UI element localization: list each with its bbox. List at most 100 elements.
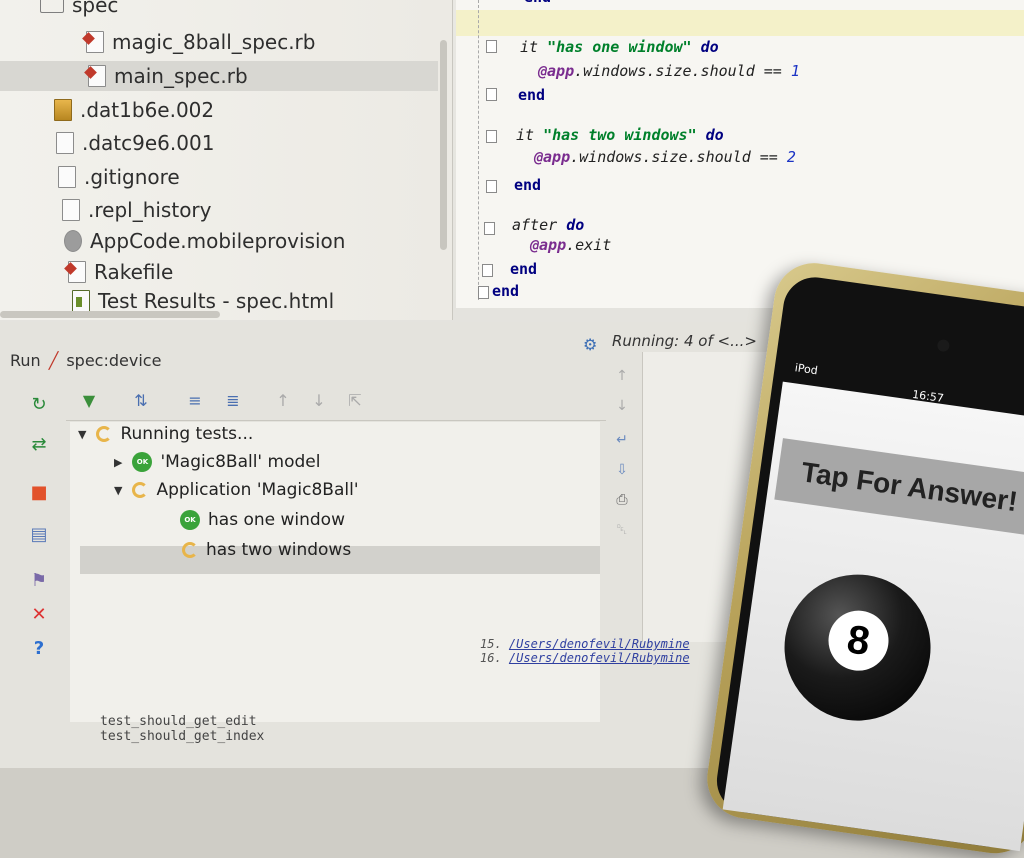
code-line: it "has two windows" do [516, 126, 724, 144]
code-line: end [510, 260, 538, 278]
test-item-model[interactable]: ▶ OK 'Magic8Ball' model [114, 452, 320, 472]
code-line: end [524, 0, 551, 6]
rerun-icon[interactable]: ↻ [28, 394, 50, 416]
tree-item-mobileprovision[interactable]: AppCode.mobileprovision [64, 226, 345, 256]
next-icon[interactable]: ↓ [308, 390, 330, 412]
tree-item-dat1b6e[interactable]: .dat1b6e.002 [54, 95, 214, 125]
running-icon [182, 542, 198, 558]
run-side-toolbar: ↻ ⇄ ■ ▤ ⚑ ✕ ? [18, 394, 62, 754]
text-file-icon [58, 166, 76, 188]
tree-item-label: Rakefile [94, 260, 174, 284]
ball-number: 8 [824, 606, 893, 675]
fold-marker-icon[interactable] [486, 180, 497, 193]
ok-icon: OK [180, 510, 200, 530]
tree-item-label: .dat1b6e.002 [80, 98, 215, 122]
expand-all-icon[interactable]: ≡ [184, 390, 206, 412]
previous-icon[interactable]: ↑ [272, 390, 294, 412]
chevron-right-icon[interactable]: ▶ [114, 456, 122, 469]
code-line: end [518, 86, 546, 104]
wrap-icon[interactable]: ↵ [612, 432, 632, 452]
run-status: Running: 4 of <...> [612, 332, 757, 350]
chevron-down-icon[interactable]: ▼ [114, 484, 122, 497]
running-icon [96, 426, 113, 442]
fold-gutter [478, 0, 479, 300]
fold-marker-icon[interactable] [486, 130, 497, 143]
broom-icon: ╱ [48, 350, 59, 370]
up-icon[interactable]: ↑ [612, 368, 632, 388]
code-line: it "has one window" do [520, 38, 719, 56]
scroll-to-end-icon[interactable]: ⇩ [612, 462, 632, 482]
fold-marker-icon[interactable] [486, 40, 497, 53]
tree-item-rakefile[interactable]: Rakefile [68, 257, 173, 287]
front-camera [936, 338, 951, 353]
code-editor[interactable]: end it "has one window" do @app.windows.… [456, 0, 1024, 308]
pin-icon[interactable]: ⚑ [28, 570, 50, 592]
help-icon[interactable]: ? [28, 638, 50, 660]
test-label: Application 'Magic8Ball' [156, 480, 359, 500]
fold-marker-icon[interactable] [486, 88, 497, 101]
magic8ball-app-screen: Tap For Answer! 8 [722, 381, 1024, 852]
close-icon[interactable]: ✕ [28, 604, 50, 626]
sort-alpha-icon[interactable]: ⇅ [130, 390, 152, 412]
code-line: end [492, 282, 520, 300]
test-label: has two windows [206, 540, 352, 560]
fold-marker-icon[interactable] [478, 286, 489, 299]
fold-marker-icon[interactable] [482, 264, 493, 277]
test-label: Running tests... [120, 424, 254, 444]
tree-item-label: .datc9e6.001 [82, 131, 215, 155]
tree-item-label: main_spec.rb [114, 64, 248, 88]
bottom-test-name: test_should_get_index [100, 729, 265, 744]
text-file-icon [56, 132, 74, 154]
tap-for-answer-button[interactable]: Tap For Answer! [774, 438, 1024, 537]
test-item-root[interactable]: ▼ Running tests... [78, 424, 253, 444]
export-icon[interactable]: ⇱ [344, 390, 366, 412]
test-label: 'Magic8Ball' model [160, 452, 321, 472]
ok-icon: OK [132, 452, 153, 472]
trash-icon[interactable]: ␡ [612, 522, 632, 542]
ruby-file-icon [68, 261, 86, 283]
data-file-icon [54, 99, 72, 121]
tree-item-label: magic_8ball_spec.rb [112, 30, 316, 54]
tree-vertical-scrollbar[interactable] [440, 40, 447, 250]
code-line: @app.windows.size.should == 1 [538, 62, 800, 80]
carrier-label: iPod [793, 361, 819, 378]
tree-item-label: Test Results - spec.html [98, 289, 335, 313]
run-label: Run [10, 350, 41, 370]
gear-icon[interactable]: ⚙ [583, 335, 597, 354]
log-lines: 15. /Users/denofevil/Rubymine 16. /Users… [480, 637, 740, 697]
test-toolbar: ▼ ⇅ ≡ ≣ ↑ ↓ ⇱ [66, 384, 606, 421]
current-line-highlight [456, 10, 1024, 36]
test-item-two-windows[interactable]: has two windows [182, 540, 351, 560]
code-line: @app.exit [530, 236, 612, 254]
tree-item-magic-8ball-spec[interactable]: magic_8ball_spec.rb [86, 27, 315, 57]
tree-item-label: .repl_history [88, 198, 212, 222]
bottom-test-name: test_should_get_edit [100, 714, 257, 729]
eight-ball-image[interactable]: 8 [775, 565, 940, 731]
tree-item-main-spec[interactable]: main_spec.rb [88, 61, 248, 91]
code-line: after do [512, 216, 585, 234]
tree-item-datc9e6[interactable]: .datc9e6.001 [56, 128, 214, 158]
code-line: end [514, 176, 542, 194]
run-config-name: spec:device [66, 350, 162, 370]
folder-icon [40, 0, 64, 13]
test-item-one-window[interactable]: OK has one window [180, 510, 345, 530]
stop-icon[interactable]: ■ [28, 482, 50, 504]
filter-icon[interactable]: ▼ [78, 390, 100, 412]
ruby-file-icon [88, 65, 106, 87]
print-icon[interactable]: ⎙ [612, 492, 632, 512]
collapse-all-icon[interactable]: ≣ [222, 390, 244, 412]
fold-marker-icon[interactable] [484, 222, 495, 235]
tree-item-spec[interactable]: spec [40, 0, 118, 20]
code-line: @app.windows.size.should == 2 [534, 148, 796, 166]
console-toolbar: ↑ ↓ ↵ ⇩ ⎙ ␡ [608, 362, 636, 582]
tree-item-label: .gitignore [84, 165, 180, 189]
chevron-down-icon[interactable]: ▼ [78, 428, 86, 441]
down-icon[interactable]: ↓ [612, 398, 632, 418]
rerun-failed-icon[interactable]: ⇄ [28, 434, 50, 456]
running-icon [132, 482, 149, 498]
tree-item-gitignore[interactable]: .gitignore [58, 162, 180, 192]
layout-icon[interactable]: ▤ [28, 524, 50, 546]
tree-horizontal-scrollbar[interactable] [0, 311, 220, 318]
tree-item-repl-history[interactable]: .repl_history [62, 195, 212, 225]
test-item-application[interactable]: ▼ Application 'Magic8Ball' [114, 480, 359, 500]
